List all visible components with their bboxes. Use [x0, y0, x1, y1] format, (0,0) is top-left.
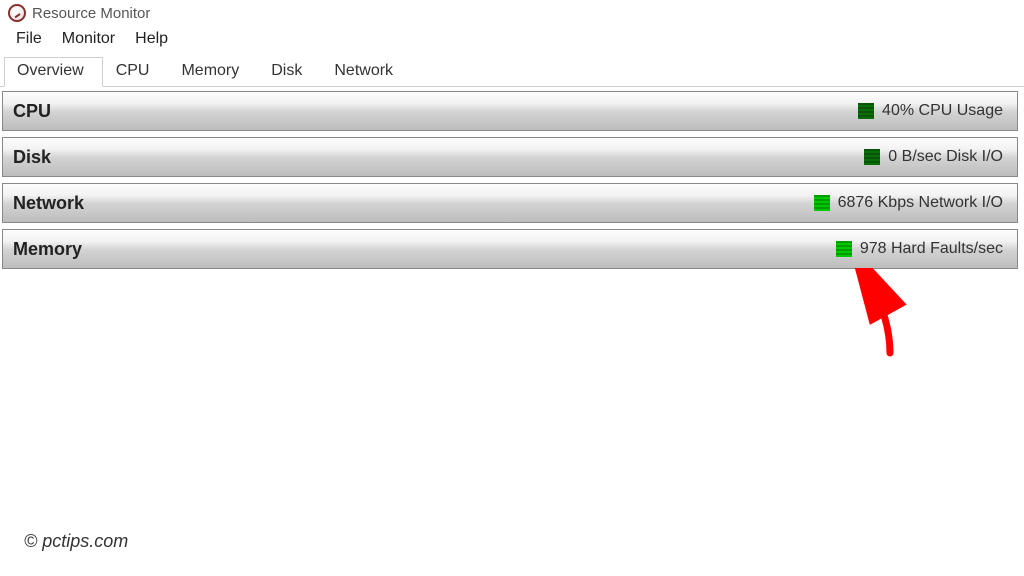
tab-cpu[interactable]: CPU — [103, 57, 169, 87]
panel-memory[interactable]: Memory 978 Hard Faults/sec — [2, 229, 1018, 269]
panel-cpu-status-text: 40% CPU Usage — [882, 102, 1003, 120]
panel-network[interactable]: Network 6876 Kbps Network I/O — [2, 183, 1018, 223]
tab-memory[interactable]: Memory — [168, 57, 258, 87]
panels-container: CPU 40% CPU Usage Disk 0 B/sec Disk I/O … — [0, 87, 1024, 269]
tab-overview[interactable]: Overview — [4, 57, 103, 87]
tabbar: Overview CPU Memory Disk Network — [0, 56, 1024, 87]
panel-disk-status-text: 0 B/sec Disk I/O — [888, 148, 1003, 166]
panel-network-status-text: 6876 Kbps Network I/O — [838, 194, 1003, 212]
led-icon — [864, 149, 880, 165]
panel-cpu-title: CPU — [13, 101, 51, 122]
window-title: Resource Monitor — [32, 5, 150, 22]
led-icon — [858, 103, 874, 119]
panel-disk-status: 0 B/sec Disk I/O — [864, 148, 1003, 166]
panel-memory-title: Memory — [13, 239, 82, 260]
tab-disk[interactable]: Disk — [258, 57, 321, 87]
panel-memory-status-text: 978 Hard Faults/sec — [860, 240, 1003, 258]
titlebar: Resource Monitor — [0, 0, 1024, 24]
panel-memory-status: 978 Hard Faults/sec — [836, 240, 1003, 258]
tab-network[interactable]: Network — [321, 57, 412, 87]
menu-monitor[interactable]: Monitor — [52, 28, 125, 50]
panel-network-title: Network — [13, 193, 84, 214]
panel-cpu-status: 40% CPU Usage — [858, 102, 1003, 120]
panel-disk-title: Disk — [13, 147, 51, 168]
watermark: © pctips.com — [24, 531, 128, 552]
panel-disk[interactable]: Disk 0 B/sec Disk I/O — [2, 137, 1018, 177]
menubar: File Monitor Help — [0, 24, 1024, 56]
panel-network-status: 6876 Kbps Network I/O — [814, 194, 1003, 212]
app-icon — [8, 4, 26, 22]
menu-help[interactable]: Help — [125, 28, 178, 50]
menu-file[interactable]: File — [6, 28, 52, 50]
led-icon — [836, 241, 852, 257]
panel-cpu[interactable]: CPU 40% CPU Usage — [2, 91, 1018, 131]
annotation-arrow-icon — [850, 268, 910, 358]
led-icon — [814, 195, 830, 211]
